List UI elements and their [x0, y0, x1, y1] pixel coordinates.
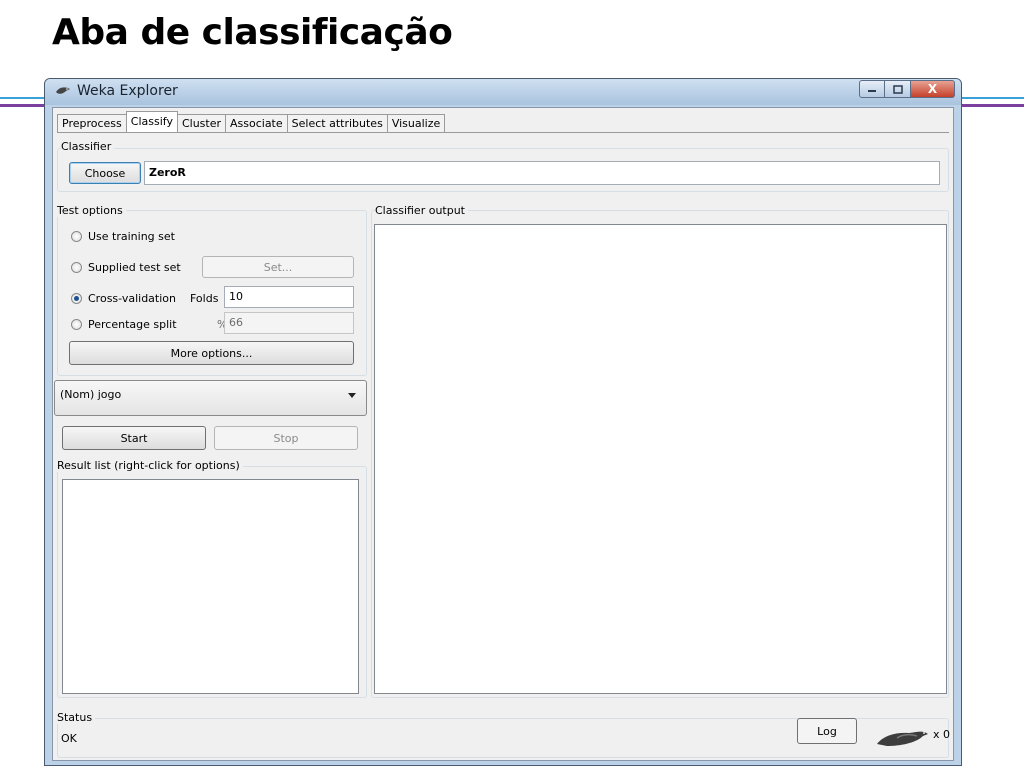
folds-value: 10: [229, 290, 243, 303]
decorative-line: [0, 97, 44, 99]
status-text: OK: [61, 732, 77, 745]
weka-explorer-window: Weka Explorer X Preprocess Classify Clus…: [44, 78, 962, 766]
decorative-line: [0, 104, 44, 107]
percentage-value: 66: [229, 316, 243, 329]
radio-button[interactable]: [71, 231, 82, 242]
more-options-label: More options...: [170, 346, 253, 360]
radio-cross-validation[interactable]: Cross-validation: [71, 292, 176, 305]
minimize-button[interactable]: [859, 80, 885, 98]
choose-classifier-button[interactable]: Choose: [69, 162, 141, 184]
stop-button[interactable]: Stop: [214, 426, 358, 450]
folds-input[interactable]: 10: [224, 286, 354, 308]
radio-percentage-split[interactable]: Percentage split: [71, 318, 177, 331]
tab-cluster[interactable]: Cluster: [176, 114, 226, 132]
window-controls: X: [859, 80, 955, 98]
classifier-name-field[interactable]: ZeroR: [144, 161, 940, 185]
more-options-button[interactable]: More options...: [69, 341, 354, 365]
explorer-client-area: Preprocess Classify Cluster Associate Se…: [52, 107, 954, 761]
tab-strip: Preprocess Classify Cluster Associate Se…: [57, 111, 446, 132]
start-button[interactable]: Start: [62, 426, 206, 450]
folds-label: Folds: [190, 292, 219, 305]
tab-associate[interactable]: Associate: [225, 114, 288, 132]
classifier-output-label: Classifier output: [375, 204, 468, 217]
close-icon: X: [927, 82, 938, 96]
classifier-name: ZeroR: [149, 166, 186, 179]
result-list-label: Result list (right-click for options): [57, 459, 243, 472]
window-title: Weka Explorer: [77, 83, 178, 99]
task-count: x 0: [933, 728, 951, 741]
supplied-test-set-label: Supplied test set: [88, 261, 181, 274]
tab-select-attributes[interactable]: Select attributes: [286, 114, 388, 132]
decorative-line: [962, 104, 1024, 107]
use-training-set-label: Use training set: [88, 230, 175, 243]
maximize-icon: [892, 84, 903, 94]
set-test-set-button[interactable]: Set...: [202, 256, 354, 278]
tab-classify[interactable]: Classify: [125, 111, 178, 132]
radio-use-training-set[interactable]: Use training set: [71, 230, 175, 243]
percentage-split-label: Percentage split: [88, 318, 177, 331]
tab-panel-border: [57, 132, 949, 133]
radio-button[interactable]: [71, 319, 82, 330]
classifier-output-panel[interactable]: [374, 224, 947, 694]
stop-label: Stop: [273, 431, 299, 445]
chevron-down-icon: [348, 393, 356, 398]
tab-preprocess[interactable]: Preprocess: [57, 114, 127, 132]
start-label: Start: [120, 431, 148, 445]
close-button[interactable]: X: [911, 80, 955, 98]
weka-bird-icon: [56, 87, 70, 94]
radio-button[interactable]: [71, 293, 82, 304]
minimize-icon: [868, 90, 876, 92]
weka-bird-status-icon: [877, 731, 928, 746]
test-options-label: Test options: [57, 204, 126, 217]
class-attribute-value: (Nom) jogo: [60, 388, 122, 401]
choose-button-label: Choose: [84, 166, 126, 180]
log-button[interactable]: Log: [797, 718, 857, 744]
result-list-panel[interactable]: [62, 479, 359, 694]
tab-visualize[interactable]: Visualize: [386, 114, 446, 132]
maximize-button[interactable]: [885, 80, 911, 98]
class-attribute-select[interactable]: (Nom) jogo: [54, 380, 367, 416]
classifier-group-label: Classifier: [61, 140, 115, 153]
set-button-label: Set...: [263, 260, 293, 274]
radio-supplied-test-set[interactable]: Supplied test set: [71, 261, 181, 274]
percentage-input[interactable]: 66: [224, 312, 354, 334]
log-label: Log: [817, 724, 837, 738]
window-titlebar[interactable]: Weka Explorer X: [45, 79, 961, 105]
decorative-line: [962, 97, 1024, 99]
radio-button[interactable]: [71, 262, 82, 273]
slide-title: Aba de classificação: [52, 12, 453, 53]
status-label: Status: [57, 711, 96, 724]
cross-validation-label: Cross-validation: [88, 292, 176, 305]
